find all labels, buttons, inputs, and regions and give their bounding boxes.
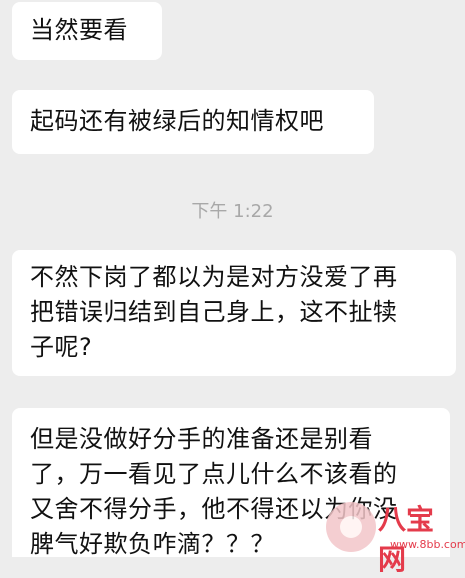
message-bubble-1[interactable]: 当然要看 — [12, 2, 162, 60]
message-bubble-3[interactable]: 不然下岗了都以为是对方没爱了再 把错误归结到自己身上，这不扯犊 子呢? — [12, 250, 456, 376]
watermark-logo: 八宝网 www.8bb.com — [326, 498, 465, 576]
message-bubble-2[interactable]: 起码还有被绿后的知情权吧 — [12, 90, 374, 154]
mascot-face — [340, 516, 362, 538]
watermark-mascot-icon — [326, 502, 376, 552]
timestamp: 下午 1:22 — [191, 201, 274, 222]
watermark-url: www.8bb.com — [390, 538, 465, 551]
